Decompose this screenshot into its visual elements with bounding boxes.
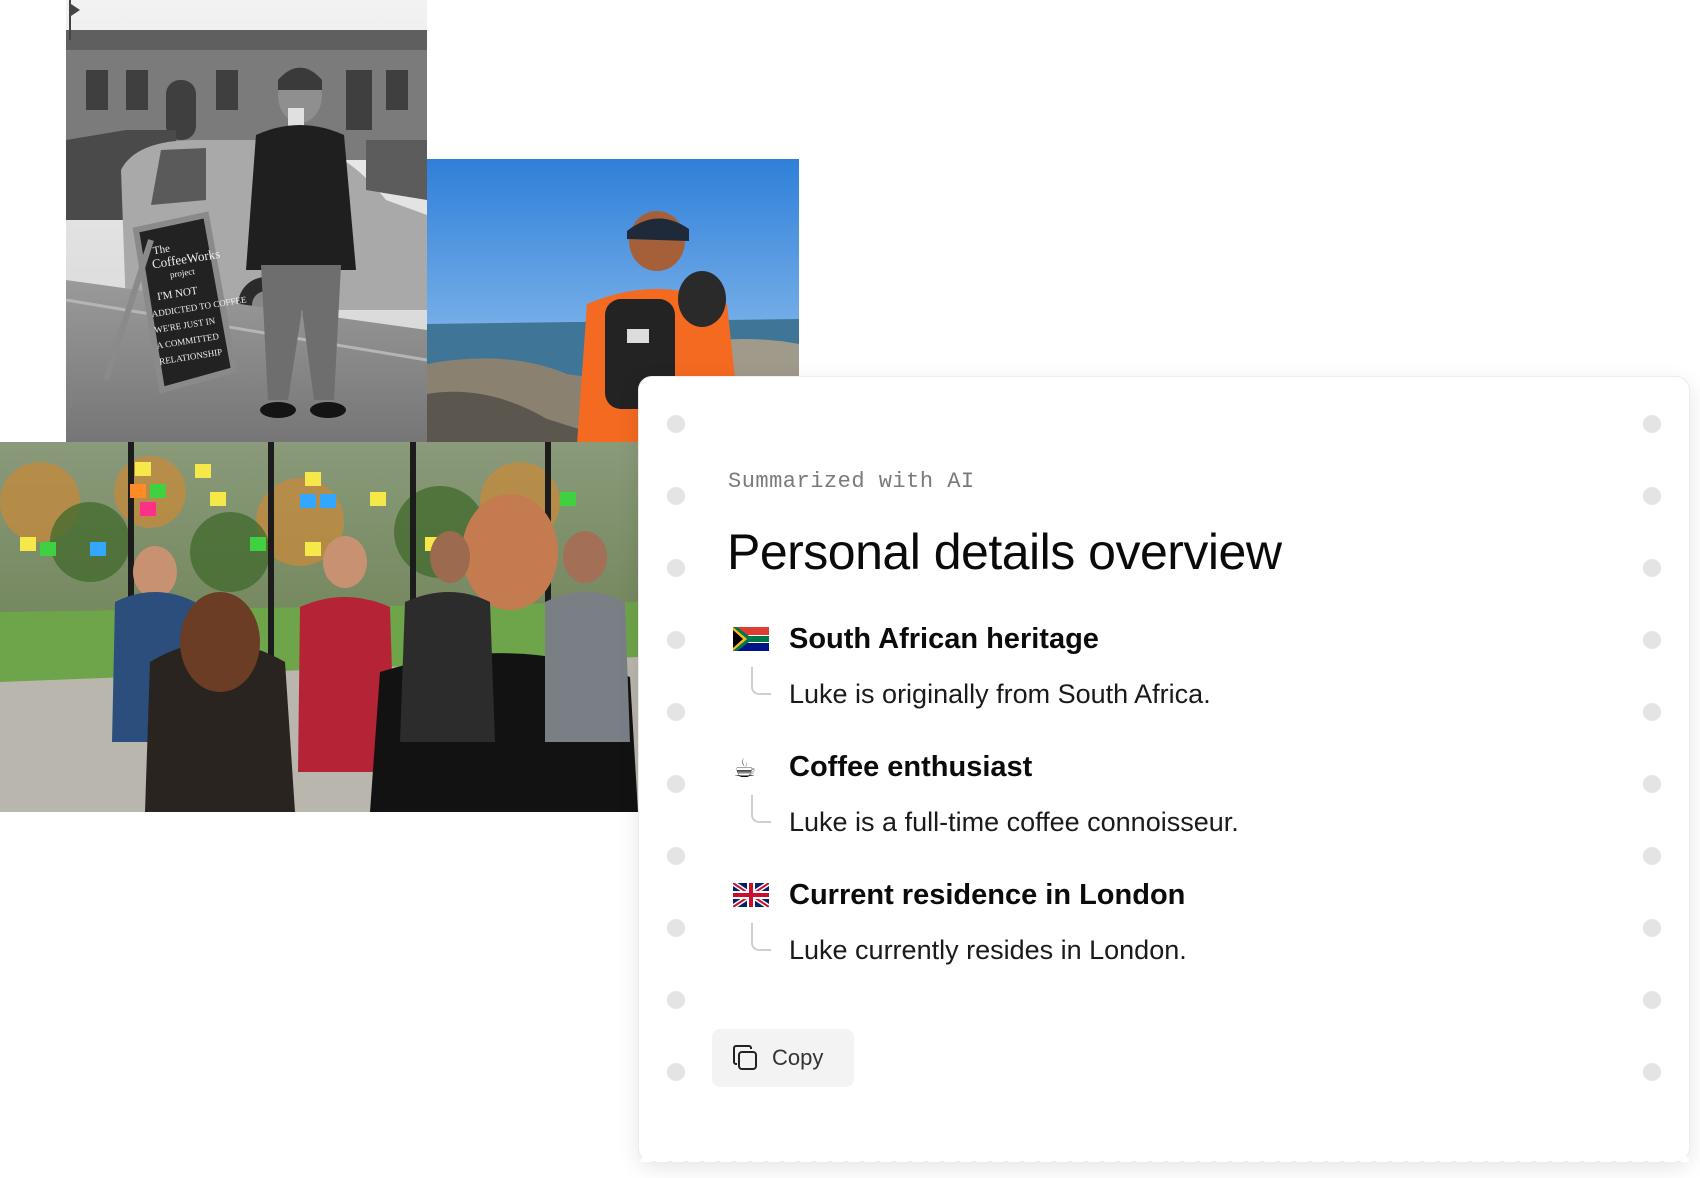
coffee-icon: ☕	[733, 753, 757, 783]
item-body: Luke currently resides in London.	[789, 935, 1187, 965]
item-body: Luke is a full-time coffee connoisseur.	[789, 807, 1239, 837]
copy-button-label: Copy	[772, 1045, 824, 1070]
item-heading: Current residence in London	[789, 879, 1186, 911]
card-right-holes	[1643, 415, 1661, 1135]
ai-summary-kicker: Summarized with AI	[728, 469, 975, 494]
list-item: ☕ Coffee enthusiast Luke is a full-time …	[733, 751, 1613, 879]
perforated-edge	[639, 1148, 1689, 1162]
item-body: Luke is originally from South Africa.	[789, 679, 1211, 709]
summary-list: South African heritage Luke is originall…	[733, 623, 1613, 1007]
tree-connector	[751, 667, 771, 695]
card-left-holes	[667, 415, 685, 1135]
uk-flag-icon	[733, 883, 769, 909]
item-heading: Coffee enthusiast	[789, 751, 1033, 783]
list-item: Current residence in London Luke current…	[733, 879, 1613, 1007]
summary-card: Summarized with AI Personal details over…	[638, 376, 1690, 1162]
coffee-photo: The CoffeeWorks project I'M NOT ADDICTED…	[66, 0, 427, 482]
item-heading: South African heritage	[789, 623, 1099, 655]
tree-connector	[751, 923, 771, 951]
copy-button[interactable]: Copy	[712, 1029, 854, 1087]
page-title: Personal details overview	[727, 524, 1282, 580]
workshop-photo	[0, 442, 638, 812]
copy-icon	[733, 1045, 757, 1070]
list-item: South African heritage Luke is originall…	[733, 623, 1613, 751]
tree-connector	[751, 795, 771, 823]
south-africa-flag-icon	[733, 627, 769, 653]
